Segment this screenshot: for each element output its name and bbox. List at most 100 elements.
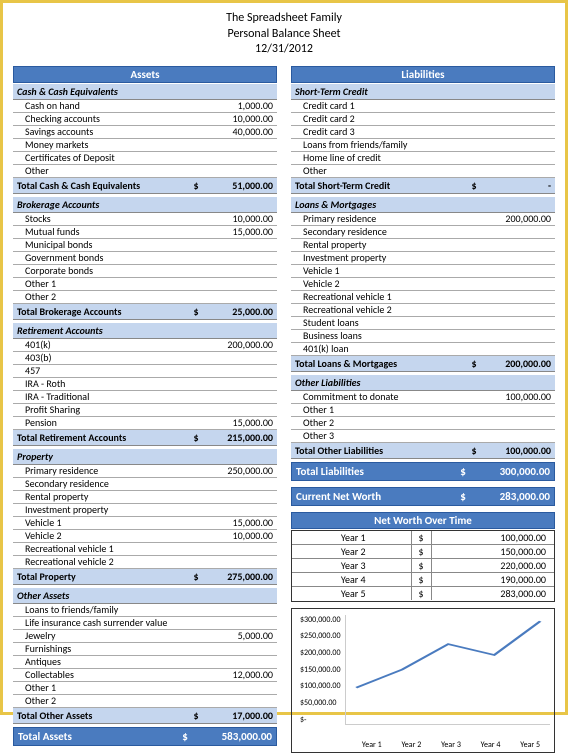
line-item-label: Municipal bonds bbox=[25, 239, 203, 252]
subtotal-value: 215,000.00 bbox=[203, 431, 273, 444]
line-item-label: Credit card 2 bbox=[303, 113, 481, 126]
line-item-value: 15,000.00 bbox=[203, 417, 273, 430]
year-label: Year 4 bbox=[296, 573, 412, 586]
x-tick-label: Year 1 bbox=[362, 740, 382, 750]
subtotal-label: Total Loans & Mortgages bbox=[295, 357, 467, 370]
line-item-label: 401(k) loan bbox=[303, 343, 481, 356]
subtotal-label: Total Brokerage Accounts bbox=[17, 305, 189, 318]
subtotal-label: Total Other Assets bbox=[17, 709, 189, 722]
subtotal-value: 100,000.00 bbox=[481, 444, 551, 457]
x-tick-label: Year 4 bbox=[481, 740, 501, 750]
line-item: Commitment to donate100,000.00 bbox=[291, 391, 555, 404]
networth-year-row: Year 3$220,000.00 bbox=[292, 559, 554, 573]
subtotal-row: Total Other Assets$17,000.00 bbox=[13, 708, 277, 724]
networth-year-row: Year 1$100,000.00 bbox=[292, 531, 554, 545]
line-item-label: Secondary residence bbox=[303, 226, 481, 239]
line-item: Vehicle 1 bbox=[291, 265, 555, 278]
line-item-label: Cash on hand bbox=[25, 100, 203, 113]
line-item-value: 100,000.00 bbox=[481, 391, 551, 404]
line-item-label: Vehicle 2 bbox=[303, 278, 481, 291]
line-item: Student loans bbox=[291, 317, 555, 330]
line-item: Vehicle 115,000.00 bbox=[13, 517, 277, 530]
line-item-label: Profit Sharing bbox=[25, 404, 203, 417]
y-tick-label: $100,000.00 bbox=[300, 681, 341, 691]
currency-symbol: $ bbox=[467, 179, 481, 192]
line-item-label: Credit card 1 bbox=[303, 100, 481, 113]
line-item-label: Recreational vehicle 2 bbox=[25, 556, 203, 569]
currency-symbol: $ bbox=[412, 545, 432, 558]
line-item: Vehicle 2 bbox=[291, 278, 555, 291]
currency-symbol: $ bbox=[456, 465, 470, 478]
line-item-label: 401(k) bbox=[25, 339, 203, 352]
line-item-value: 15,000.00 bbox=[203, 226, 273, 239]
line-item-label: Rental property bbox=[25, 491, 203, 504]
networth-year-row: Year 2$150,000.00 bbox=[292, 545, 554, 559]
line-item-label: Recreational vehicle 1 bbox=[303, 291, 481, 304]
currency-symbol: $ bbox=[412, 587, 432, 600]
currency-symbol: $ bbox=[456, 490, 470, 503]
line-item-label: Pension bbox=[25, 417, 203, 430]
year-value: 220,000.00 bbox=[432, 559, 551, 572]
liabilities-title: Liabilities bbox=[291, 66, 555, 83]
line-item-label: Loans from friends/family bbox=[303, 139, 481, 152]
currency-symbol: $ bbox=[467, 357, 481, 370]
line-item-label: Furnishings bbox=[25, 643, 203, 656]
line-item-label: Certificates of Deposit bbox=[25, 152, 203, 165]
line-item: Vehicle 210,000.00 bbox=[13, 530, 277, 543]
category-header: Short-Term Credit bbox=[291, 84, 555, 100]
assets-title: Assets bbox=[13, 66, 277, 83]
line-item: 457 bbox=[13, 365, 277, 378]
subtotal-label: Total Retirement Accounts bbox=[17, 431, 189, 444]
header-line1: The Spreadsheet Family bbox=[13, 11, 555, 27]
line-item-label: Vehicle 2 bbox=[25, 530, 203, 543]
line-item: Other 2 bbox=[291, 417, 555, 430]
line-item: Other 3 bbox=[291, 430, 555, 443]
subtotal-label: Total Short-Term Credit bbox=[295, 179, 467, 192]
y-tick-label: $200,000.00 bbox=[300, 648, 341, 658]
line-item-label: Other 2 bbox=[25, 291, 203, 304]
line-item: Stocks10,000.00 bbox=[13, 213, 277, 226]
line-item-label: Home line of credit bbox=[303, 152, 481, 165]
chart-x-axis: Year 1Year 2Year 3Year 4Year 5 bbox=[352, 740, 550, 750]
total-liabilities: Total Liabilities $ 300,000.00 bbox=[291, 462, 555, 481]
line-item: Money markets bbox=[13, 139, 277, 152]
net-worth-label: Current Net Worth bbox=[296, 490, 456, 503]
chart-y-axis: $300,000.00$250,000.00$200,000.00$150,00… bbox=[300, 615, 345, 725]
y-tick-label: $- bbox=[300, 715, 341, 725]
line-item-label: Government bonds bbox=[25, 252, 203, 265]
year-label: Year 1 bbox=[296, 531, 412, 544]
line-item: Investment property bbox=[291, 252, 555, 265]
line-item-label: Savings accounts bbox=[25, 126, 203, 139]
line-item-label: Commitment to donate bbox=[303, 391, 481, 404]
line-item: Primary residence250,000.00 bbox=[13, 465, 277, 478]
line-item: Home line of credit bbox=[291, 152, 555, 165]
line-item-value: 5,000.00 bbox=[203, 630, 273, 643]
category-header: Cash & Cash Equivalents bbox=[13, 84, 277, 100]
line-item: Recreational vehicle 2 bbox=[291, 304, 555, 317]
currency-symbol: $ bbox=[467, 444, 481, 457]
line-item-value: 40,000.00 bbox=[203, 126, 273, 139]
line-item-label: Other 3 bbox=[303, 430, 481, 443]
line-item-label: Mutual funds bbox=[25, 226, 203, 239]
line-item: Loans to friends/family bbox=[13, 604, 277, 617]
line-item-label: IRA - Traditional bbox=[25, 391, 203, 404]
line-item-label: Other 1 bbox=[25, 682, 203, 695]
line-item: Profit Sharing bbox=[13, 404, 277, 417]
line-item: Other 1 bbox=[291, 404, 555, 417]
currency-symbol: $ bbox=[412, 573, 432, 586]
line-item: Jewelry5,000.00 bbox=[13, 630, 277, 643]
line-item-value: 10,000.00 bbox=[203, 213, 273, 226]
networth-table-title: Net Worth Over Time bbox=[291, 512, 555, 529]
category-header: Brokerage Accounts bbox=[13, 197, 277, 213]
line-item-label: Other 1 bbox=[303, 404, 481, 417]
line-item-label: Corporate bonds bbox=[25, 265, 203, 278]
subtotal-value: - bbox=[481, 179, 551, 192]
line-item: 401(k)200,000.00 bbox=[13, 339, 277, 352]
line-item-label: Credit card 3 bbox=[303, 126, 481, 139]
subtotal-row: Total Brokerage Accounts$25,000.00 bbox=[13, 304, 277, 320]
line-item: Other 1 bbox=[13, 278, 277, 291]
category-header: Retirement Accounts bbox=[13, 323, 277, 339]
line-item-label: Life insurance cash surrender value bbox=[25, 617, 203, 630]
networth-year-row: Year 4$190,000.00 bbox=[292, 573, 554, 587]
subtotal-row: Total Loans & Mortgages$200,000.00 bbox=[291, 356, 555, 372]
